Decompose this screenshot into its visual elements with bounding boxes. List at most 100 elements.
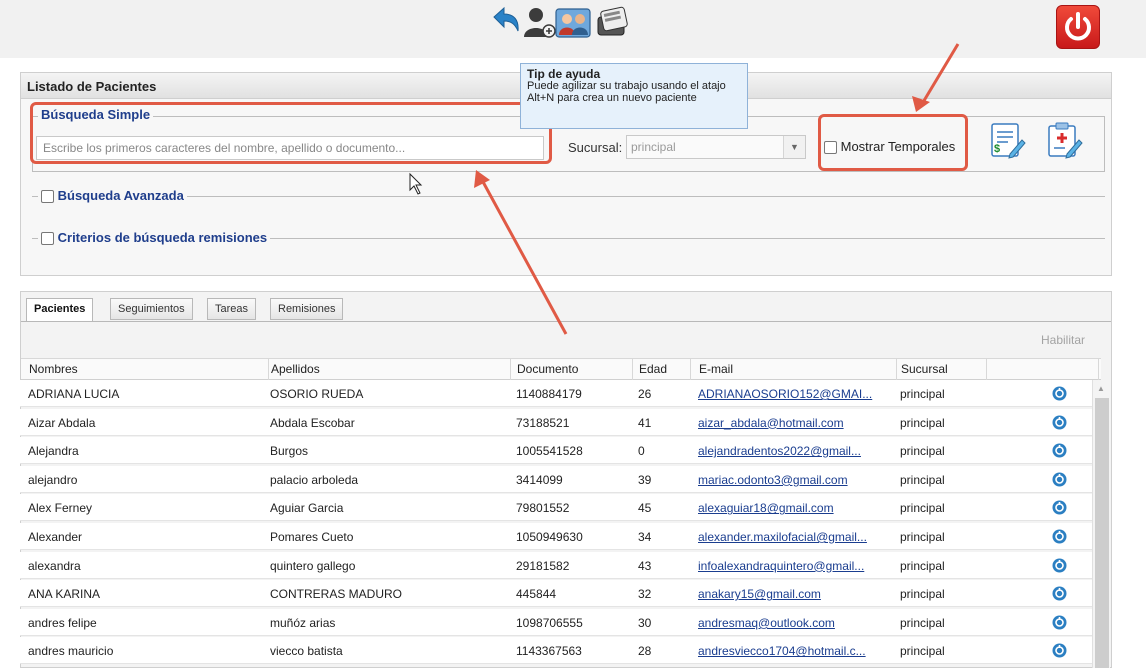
cell-nombres: andres mauricio xyxy=(28,644,114,659)
refresh-circle-icon[interactable] xyxy=(1052,558,1067,573)
cell-sucursal: principal xyxy=(900,530,945,544)
cell-nombres: alejandro xyxy=(28,472,78,487)
cell-email[interactable]: mariac.odonto3@gmail.com xyxy=(698,473,888,487)
tab-tareas[interactable]: Tareas xyxy=(207,298,257,320)
refresh-circle-icon[interactable] xyxy=(1052,415,1067,430)
scroll-thumb[interactable] xyxy=(1095,398,1109,668)
new-patient-icon[interactable] xyxy=(520,3,558,41)
cell-documento: 1098706555 xyxy=(516,615,583,630)
table-scrollbar[interactable]: ▲ xyxy=(1092,380,1110,668)
referral-criteria-checkbox[interactable] xyxy=(41,232,54,246)
cell-apellidos: viecco batista xyxy=(270,644,343,659)
table-row[interactable]: andres mauricio viecco batista 1143367563 2… xyxy=(20,637,1092,665)
cell-edad: 26 xyxy=(638,387,652,401)
branch-select-value: principal xyxy=(631,140,676,154)
money-document-icon[interactable]: $ xyxy=(990,122,1026,160)
table-row[interactable]: alejandro palacio arboleda 3414099 39 mariac… xyxy=(20,465,1092,493)
table-row[interactable]: ANA KARINA CONTRERAS MADURO 445844 32 anakar… xyxy=(20,580,1092,608)
cell-sucursal: principal xyxy=(900,415,945,430)
tab-seguimientos[interactable]: Seguimientos xyxy=(110,298,193,320)
cell-email[interactable]: alexaguiar18@gmail.com xyxy=(698,501,888,515)
cell-documento: 3414099 xyxy=(516,472,563,487)
refresh-circle-icon[interactable] xyxy=(1052,386,1067,401)
branch-select[interactable]: principal ▼ xyxy=(626,135,806,159)
simple-search-frame-right xyxy=(1104,116,1105,171)
cell-nombres: Alex Ferney xyxy=(28,501,93,516)
annotation-frame-search xyxy=(30,102,552,164)
cell-nombres: ADRIANA LUCIA xyxy=(28,387,120,401)
enable-button[interactable]: Habilitar xyxy=(1041,333,1085,347)
card-file-icon[interactable] xyxy=(594,3,632,41)
top-toolbar xyxy=(0,0,1146,58)
svg-text:$: $ xyxy=(994,143,1000,155)
cell-sucursal: principal xyxy=(900,472,945,487)
cell-edad: 34 xyxy=(638,530,652,544)
patient-group-icon[interactable] xyxy=(554,3,592,41)
tab-remisiones[interactable]: Remisiones xyxy=(270,298,344,320)
cell-email[interactable]: aizar_abdala@hotmail.com xyxy=(698,416,888,430)
advanced-search-checkbox[interactable] xyxy=(41,190,54,204)
table-row[interactable]: alexandra quintero gallego 29181582 43 infoa… xyxy=(20,551,1092,579)
cell-email[interactable]: andresviecco1704@hotmail.c... xyxy=(698,644,888,658)
cell-nombres: alexandra xyxy=(28,558,81,573)
cell-nombres: Alexander xyxy=(28,530,83,544)
chevron-down-icon[interactable]: ▼ xyxy=(783,136,805,158)
advanced-search-toggle[interactable]: Búsqueda Avanzada xyxy=(38,188,187,204)
cell-apellidos: palacio arboleda xyxy=(270,472,359,487)
column-header-sucursal[interactable]: Sucursal xyxy=(901,358,987,380)
cell-edad: 30 xyxy=(638,615,652,630)
tab-pacientes[interactable]: Pacientes xyxy=(26,298,94,322)
tooltip-body: Puede agilizar su trabajo usando el ataj… xyxy=(527,80,726,104)
table-row[interactable]: Aizar Abdala Abdala Escobar 73188521 41 aiza… xyxy=(20,408,1092,436)
cell-email[interactable]: alexander.maxilofacial@gmail... xyxy=(698,530,888,544)
refresh-circle-icon[interactable] xyxy=(1052,586,1067,601)
refresh-circle-icon[interactable] xyxy=(1052,472,1067,487)
table-row[interactable]: Alex Ferney Aguiar Garcia 79801552 45 alexag… xyxy=(20,494,1092,522)
cell-apellidos: muñóz arias xyxy=(270,615,336,630)
cell-email[interactable]: anakary15@gmail.com xyxy=(698,587,888,601)
refresh-circle-icon[interactable] xyxy=(1052,500,1067,515)
cell-email[interactable]: infoalexandraquintero@gmail... xyxy=(698,559,888,573)
cell-edad: 45 xyxy=(638,501,652,516)
cell-documento: 1005541528 xyxy=(516,444,583,459)
advanced-search-label: Búsqueda Avanzada xyxy=(57,188,184,203)
cell-apellidos: Aguiar Garcia xyxy=(270,501,344,516)
referral-criteria-toggle[interactable]: Criterios de búsqueda remisiones xyxy=(38,230,271,246)
column-header-email[interactable]: E-mail xyxy=(699,358,897,380)
scroll-up-icon[interactable]: ▲ xyxy=(1097,384,1105,393)
cell-email[interactable]: ADRIANAOSORIO152@GMAI... xyxy=(698,387,888,401)
cell-email[interactable]: alejandradentos2022@gmail... xyxy=(698,444,888,458)
cell-nombres: ANA KARINA xyxy=(28,587,101,602)
refresh-circle-icon[interactable] xyxy=(1052,615,1067,630)
back-arrow-icon[interactable] xyxy=(486,3,524,41)
cell-nombres: andres felipe xyxy=(28,615,97,630)
cell-edad: 39 xyxy=(638,472,652,487)
refresh-circle-icon[interactable] xyxy=(1052,529,1067,544)
cell-sucursal: principal xyxy=(900,558,945,573)
cell-nombres: Alejandra xyxy=(28,444,79,459)
cell-apellidos: CONTRERAS MADURO xyxy=(270,587,403,602)
cell-documento: 445844 xyxy=(516,587,557,602)
table-row[interactable]: Alejandra Burgos 1005541528 0 alejandradento… xyxy=(20,437,1092,465)
cell-apellidos: OSORIO RUEDA xyxy=(270,387,364,401)
refresh-circle-icon[interactable] xyxy=(1052,443,1067,458)
medical-clipboard-icon[interactable] xyxy=(1047,122,1083,160)
refresh-circle-icon[interactable] xyxy=(1052,643,1067,658)
cell-email[interactable]: andresmaq@outlook.com xyxy=(698,616,888,630)
power-icon[interactable] xyxy=(1056,5,1100,49)
table-row[interactable]: ADRIANA LUCIA OSORIO RUEDA 1140884179 26 ADR… xyxy=(20,380,1092,407)
cell-nombres: Aizar Abdala xyxy=(28,415,96,430)
table-row[interactable]: Alexander Pomares Cueto 1050949630 34 alexan… xyxy=(20,523,1092,550)
cell-edad: 0 xyxy=(638,444,645,459)
column-header-documento[interactable]: Documento xyxy=(517,358,633,380)
table-row[interactable]: andres felipe muñóz arias 1098706555 30 andr… xyxy=(20,608,1092,636)
cell-edad: 43 xyxy=(638,558,652,573)
cell-edad: 41 xyxy=(638,415,652,430)
column-header-edad[interactable]: Edad xyxy=(639,358,691,380)
column-header-nombres[interactable]: Nombres xyxy=(29,358,269,380)
referral-criteria-label: Criterios de búsqueda remisiones xyxy=(57,230,268,245)
column-header-apellidos[interactable]: Apellidos xyxy=(271,358,511,380)
help-tooltip: Tip de ayuda Puede agilizar su trabajo u… xyxy=(520,63,748,129)
tooltip-title: Tip de ayuda xyxy=(527,67,601,81)
cell-sucursal: principal xyxy=(900,644,945,659)
